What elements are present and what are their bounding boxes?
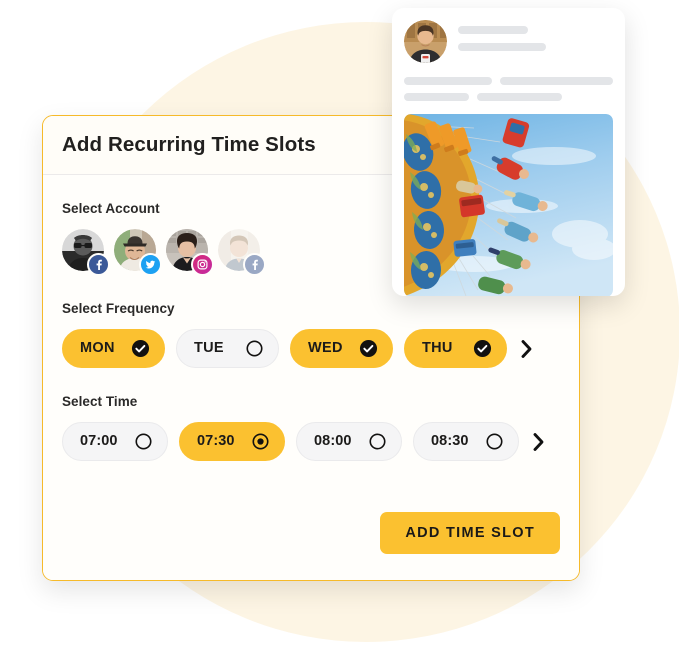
circle-outline-icon (245, 339, 264, 358)
time-option-0800[interactable]: 08:00 (296, 422, 402, 461)
account-avatar-2[interactable] (114, 229, 162, 276)
frequency-option-label: THU (422, 340, 453, 357)
facebook-badge-icon (243, 253, 266, 276)
add-time-slot-button[interactable]: ADD TIME SLOT (380, 512, 560, 554)
frequency-option-label: WED (308, 340, 343, 357)
check-circle-filled-icon (359, 339, 378, 358)
dialog-footer: ADD TIME SLOT (62, 512, 560, 554)
account-avatar-3[interactable] (166, 229, 214, 276)
placeholder-bar (458, 26, 528, 34)
facebook-badge-icon (87, 253, 110, 276)
page-title: Add Recurring Time Slots (62, 133, 316, 156)
post-header (404, 20, 613, 63)
placeholder-bar (404, 77, 492, 85)
frequency-next-chevron-right-icon[interactable] (519, 338, 535, 360)
placeholder-bar-row (404, 93, 613, 101)
radio-unchecked-icon (134, 432, 153, 451)
radio-checked-icon (251, 432, 270, 451)
frequency-option-thu[interactable]: THU (404, 329, 507, 368)
placeholder-bar (500, 77, 613, 85)
scene: Add Recurring Time Slots Select Account (0, 0, 679, 651)
account-avatar-1[interactable] (62, 229, 110, 276)
frequency-option-wed[interactable]: WED (290, 329, 393, 368)
post-author-placeholder-lines (458, 20, 546, 51)
time-option-label: 08:30 (431, 433, 469, 450)
frequency-options: MON TUE WED THU (62, 329, 560, 368)
time-options: 07:00 07:30 08:00 08:30 (62, 422, 560, 461)
radio-unchecked-icon (368, 432, 387, 451)
time-next-chevron-right-icon[interactable] (531, 431, 547, 453)
placeholder-bar (458, 43, 546, 51)
placeholder-bar (404, 93, 469, 101)
time-option-label: 07:00 (80, 433, 118, 450)
post-body-placeholder-lines (404, 77, 613, 101)
placeholder-bar (477, 93, 562, 101)
instagram-badge-icon (191, 253, 214, 276)
check-circle-filled-icon (131, 339, 150, 358)
twitter-badge-icon (139, 253, 162, 276)
time-option-0830[interactable]: 08:30 (413, 422, 519, 461)
post-preview-card (392, 8, 625, 296)
check-circle-filled-icon (473, 339, 492, 358)
time-option-0700[interactable]: 07:00 (62, 422, 168, 461)
account-avatar-4[interactable] (218, 229, 266, 276)
placeholder-bar-row (404, 77, 613, 85)
post-image (404, 114, 613, 296)
post-author-avatar (404, 20, 447, 63)
select-frequency-label: Select Frequency (62, 301, 175, 316)
radio-unchecked-icon (485, 432, 504, 451)
frequency-option-label: TUE (194, 340, 224, 357)
select-time-label: Select Time (62, 394, 138, 409)
time-option-0730[interactable]: 07:30 (179, 422, 285, 461)
time-option-label: 07:30 (197, 433, 235, 450)
time-option-label: 08:00 (314, 433, 352, 450)
frequency-option-tue[interactable]: TUE (176, 329, 279, 368)
frequency-option-mon[interactable]: MON (62, 329, 165, 368)
frequency-option-label: MON (80, 340, 115, 357)
